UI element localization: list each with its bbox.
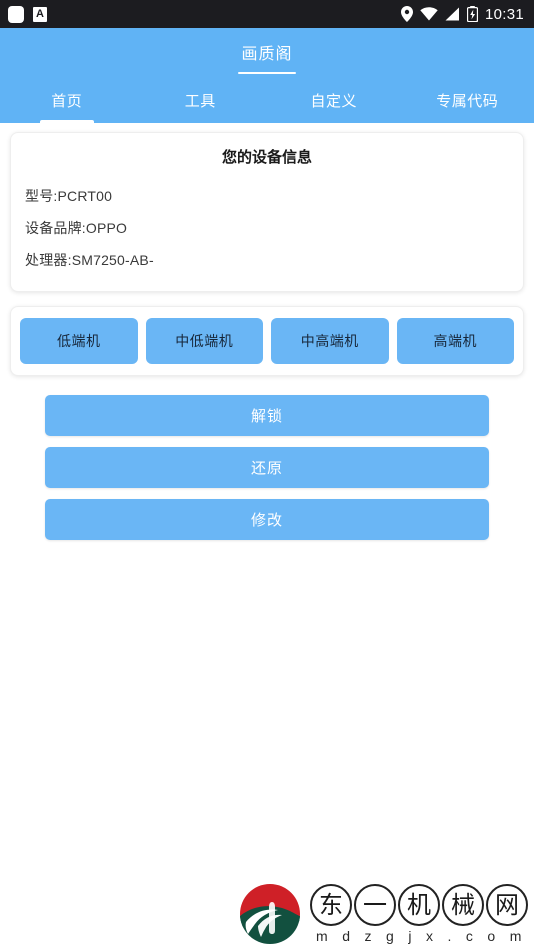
tab-exclusive-code-label: 专属代码 [436,93,499,110]
tab-tools[interactable]: 工具 [134,78,268,123]
tier-button-mid-low[interactable]: 中低端机 [145,318,263,364]
device-tier-card: 低端机 中低端机 中高端机 高端机 [10,306,524,376]
tab-home-label: 首页 [51,93,83,110]
watermark-url-letter: x [425,928,434,944]
location-pin-icon [400,6,413,22]
watermark-url-letter: . [447,928,452,944]
signal-bars-icon [445,7,460,21]
watermark-char: 一 [354,884,396,926]
watermark-char: 东 [310,884,352,926]
status-bar-clock: 10:31 [484,5,524,23]
watermark-url-letter: g [386,928,395,944]
app-title-underline [238,72,296,74]
tab-bar: 首页 工具 自定义 专属代码 [0,78,534,123]
modify-button[interactable]: 修改 [45,499,489,540]
restore-button[interactable]: 还原 [45,447,489,488]
watermark-url-letter: j [408,928,412,944]
watermark: 东 一 机 械 网 m d z g j x . c o m [238,882,528,946]
device-info-title: 您的设备信息 [221,149,312,166]
watermark-url-letter: z [364,928,372,944]
device-info-card: 您的设备信息 型号:PCRT00 设备品牌:OPPO 处理器:SM7250-AB… [10,132,524,292]
tab-tools-label: 工具 [184,93,216,110]
status-bar-left: A [8,5,47,23]
dongyi-logo-icon [238,882,302,946]
tier-button-mid-high[interactable]: 中高端机 [271,318,389,364]
action-button-group: 解锁 还原 修改 [10,395,524,540]
watermark-url: m d z g j x . c o m [310,928,528,944]
status-bar: A 10:31 [0,0,534,28]
notification-square-icon [8,5,24,23]
wifi-icon [420,7,438,21]
tab-exclusive-code[interactable]: 专属代码 [401,78,534,123]
tier-button-low[interactable]: 低端机 [20,318,138,364]
tab-home[interactable]: 首页 [0,78,134,123]
ime-indicator-icon: A [33,6,47,22]
device-model-row: 型号:PCRT00 [25,188,113,204]
device-processor-row: 处理器:SM7250-AB- [25,252,154,268]
watermark-char: 网 [486,884,528,926]
tier-button-high[interactable]: 高端机 [396,318,514,364]
status-bar-right: 10:31 [400,5,524,23]
watermark-url-letter: d [342,928,351,944]
watermark-url-letter: m [509,928,522,944]
watermark-characters: 东 一 机 械 网 [310,884,528,926]
unlock-button[interactable]: 解锁 [45,395,489,436]
tab-custom-label: 自定义 [310,93,357,110]
app-root: A 10:31 画质阁 首页 工具 自定义 专属代码 您的设备信息 型号:PCR… [0,0,534,950]
app-bar: 画质阁 [0,28,534,78]
device-brand-row: 设备品牌:OPPO [25,220,128,236]
tab-custom[interactable]: 自定义 [267,78,401,123]
watermark-char: 械 [442,884,484,926]
watermark-url-letter: c [465,928,474,944]
content-area: 您的设备信息 型号:PCRT00 设备品牌:OPPO 处理器:SM7250-AB… [0,132,534,540]
tab-active-indicator [39,120,94,123]
watermark-char: 机 [398,884,440,926]
app-title: 画质阁 [241,46,293,63]
watermark-url-letter: m [316,928,329,944]
watermark-text-block: 东 一 机 械 网 m d z g j x . c o m [310,884,528,944]
watermark-url-letter: o [487,928,496,944]
battery-charging-icon [466,6,478,22]
